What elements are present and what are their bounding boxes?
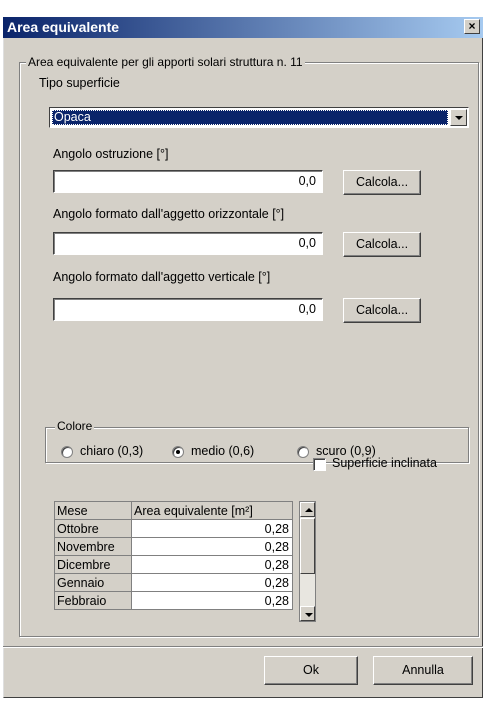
calcola-orizzontale-button[interactable]: Calcola... [343,232,421,257]
close-button[interactable]: × [464,19,480,34]
angolo-ostruzione-label: Angolo ostruzione [°] [53,147,169,161]
table-vertical-scrollbar[interactable] [299,501,316,622]
aggetto-orizzontale-label: Angolo formato dall'aggetto orizzontale … [53,207,285,221]
cell-mese: Dicembre [54,555,132,574]
table-row[interactable]: Ottobre 0,28 [54,519,293,538]
chevron-down-icon [455,116,463,120]
arrow-down-icon [305,613,313,617]
table-row[interactable]: Dicembre 0,28 [54,555,293,574]
table-row[interactable]: Novembre 0,28 [54,537,293,556]
main-groupbox-label: Area equivalente per gli apporti solari … [26,55,305,69]
radio-chiaro[interactable] [61,446,73,458]
radio-chiaro-label[interactable]: chiaro (0,3) [80,444,143,458]
close-icon: × [468,19,476,33]
monthly-area-table: Mese Area equivalente [m²] Ottobre 0,28 … [54,501,293,610]
aggetto-verticale-label: Angolo formato dall'aggetto verticale [°… [53,270,271,284]
table-row[interactable]: Febbraio 0,28 [54,591,293,610]
annulla-button[interactable]: Annulla [373,656,473,685]
cell-area[interactable]: 0,28 [131,537,293,556]
arrow-up-icon [305,508,313,512]
title-bar[interactable]: Area equivalente × [3,17,483,38]
table-row[interactable]: Gennaio 0,28 [54,573,293,592]
radio-medio-label[interactable]: medio (0,6) [191,444,254,458]
scroll-thumb[interactable] [300,518,315,574]
cell-area[interactable]: 0,28 [131,555,293,574]
tipo-superficie-value: Opaca [52,110,448,125]
ok-button[interactable]: Ok [264,656,358,685]
cell-area[interactable]: 0,28 [131,519,293,538]
tipo-superficie-select[interactable]: Opaca [49,107,469,128]
superficie-inclinata-label[interactable]: Superficie inclinata [332,456,437,470]
radio-scuro[interactable] [297,446,309,458]
cell-mese: Ottobre [54,519,132,538]
calcola-ostruzione-button[interactable]: Calcola... [343,170,421,195]
cell-mese: Gennaio [54,573,132,592]
window-title: Area equivalente [7,19,120,35]
aggetto-verticale-input[interactable]: 0,0 [53,298,323,321]
cell-area[interactable]: 0,28 [131,573,293,592]
cell-area[interactable]: 0,28 [131,591,293,610]
tipo-superficie-label: Tipo superficie [39,76,120,90]
angolo-ostruzione-input[interactable]: 0,0 [53,170,323,193]
calcola-verticale-button[interactable]: Calcola... [343,298,421,323]
aggetto-orizzontale-input[interactable]: 0,0 [53,232,323,255]
cell-mese: Novembre [54,537,132,556]
column-header-mese[interactable]: Mese [54,501,132,520]
scroll-up-button[interactable] [300,502,315,517]
cell-mese: Febbraio [54,591,132,610]
scroll-down-button[interactable] [300,606,315,621]
table-header-row: Mese Area equivalente [m²] [54,501,293,520]
superficie-inclinata-checkbox[interactable] [313,458,326,471]
dropdown-arrow-button[interactable] [450,109,467,126]
column-header-area[interactable]: Area equivalente [m²] [131,501,293,520]
radio-medio[interactable] [172,446,184,458]
divider [3,646,483,648]
colore-groupbox-label: Colore [55,419,95,433]
